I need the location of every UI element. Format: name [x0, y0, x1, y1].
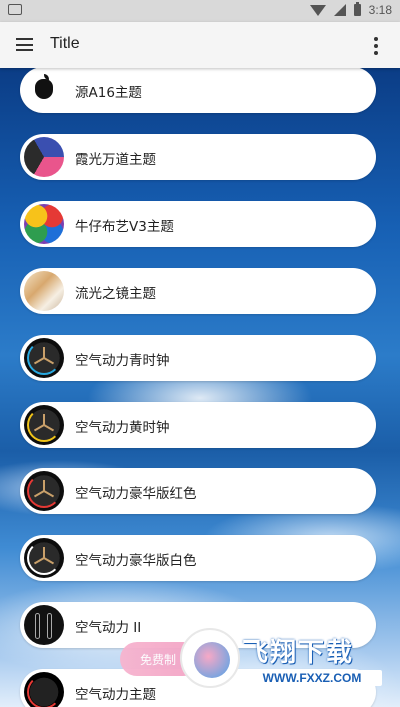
more-options-icon[interactable]	[374, 37, 378, 58]
apple-logo-icon	[24, 70, 64, 110]
list-item[interactable]: 空气动力豪华版白色	[20, 535, 376, 581]
glass-thumbnail-icon	[24, 271, 64, 311]
app-bar: Title	[0, 22, 400, 68]
wifi-icon	[309, 4, 326, 16]
watermark-url: WWW.FXXZ.COM	[242, 670, 382, 686]
item-label: 空气动力 II	[75, 620, 142, 636]
color-dots-thumbnail-icon	[24, 204, 64, 244]
item-label: 空气动力黄时钟	[75, 420, 170, 436]
cube-thumbnail-icon	[24, 137, 64, 177]
menu-icon[interactable]	[16, 38, 33, 51]
list-item[interactable]: 空气动力黄时钟	[20, 402, 376, 448]
item-label: 空气动力豪华版红色	[75, 486, 197, 502]
list-item[interactable]: 牛仔布艺V3主题	[20, 201, 376, 247]
watermark-text: 飞翔下载	[242, 638, 355, 668]
signal-icon	[333, 4, 346, 16]
status-icons: 3:18	[309, 2, 392, 17]
list-item[interactable]: 源A16主题	[20, 68, 376, 113]
battery-icon	[353, 2, 361, 16]
clock-blue-thumbnail-icon	[24, 338, 64, 378]
item-label: 牛仔布艺V3主题	[75, 219, 174, 235]
item-label: 空气动力主题	[75, 687, 156, 703]
status-time: 3:18	[368, 3, 392, 17]
item-label: 流光之镜主题	[75, 286, 156, 302]
bars-thumbnail-icon	[24, 605, 64, 645]
clock-yellow-thumbnail-icon	[24, 405, 64, 445]
status-bar: 3:18	[0, 0, 400, 22]
item-label: 空气动力豪华版白色	[75, 553, 197, 569]
list-item[interactable]: 霞光万道主题	[20, 134, 376, 180]
clock-white-thumbnail-icon	[24, 538, 64, 578]
clock-red-thumbnail-icon	[24, 672, 64, 707]
theme-list[interactable]: 源A16主题 霞光万道主题 牛仔布艺V3主题 流光之镜主题 空气动力青时钟 空气…	[0, 68, 400, 707]
watermark-logo-icon	[180, 628, 240, 688]
clock-red-thumbnail-icon	[24, 471, 64, 511]
item-label: 霞光万道主题	[75, 152, 156, 168]
page-title: Title	[50, 35, 80, 52]
watermark: 飞翔下载 WWW.FXXZ.COM	[180, 628, 386, 690]
list-item[interactable]: 流光之镜主题	[20, 268, 376, 314]
list-item[interactable]: 空气动力豪华版红色	[20, 468, 376, 514]
item-label: 空气动力青时钟	[75, 353, 170, 369]
screen-cast-icon	[8, 4, 22, 15]
list-item[interactable]: 空气动力青时钟	[20, 335, 376, 381]
item-label: 源A16主题	[75, 85, 142, 101]
